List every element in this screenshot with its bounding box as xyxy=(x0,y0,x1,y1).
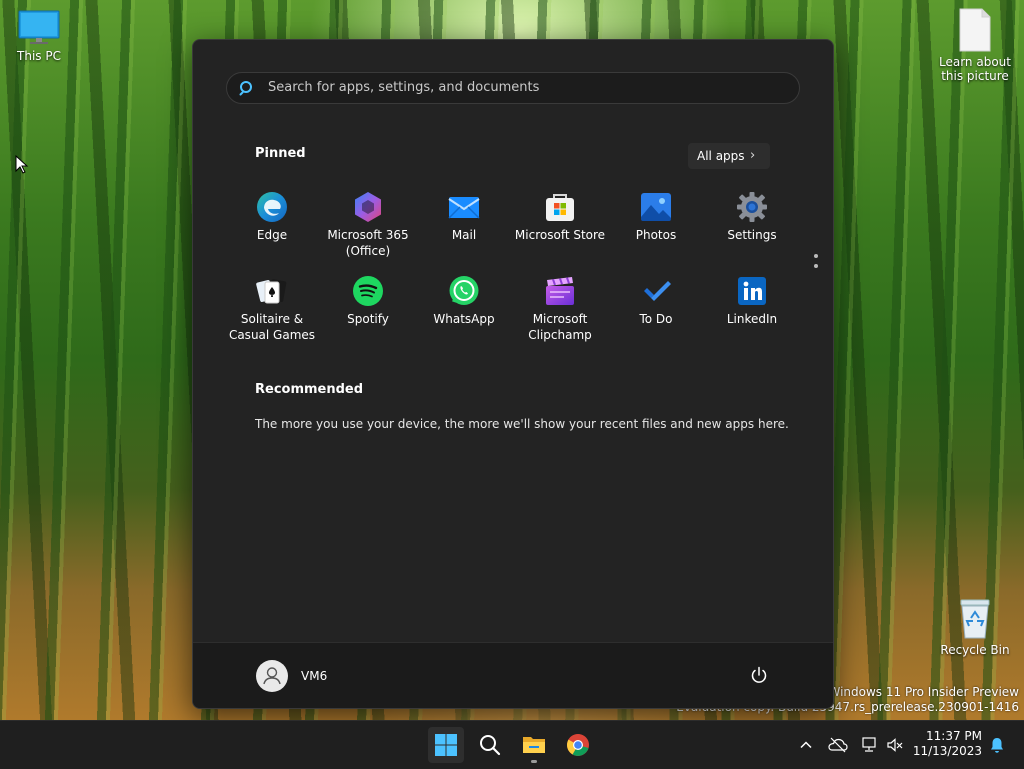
document-icon xyxy=(959,8,991,52)
taskbar: 11:37 PM 11/13/2023 xyxy=(0,720,1024,769)
recycle-bin-icon xyxy=(960,599,990,639)
page-dot xyxy=(814,264,818,268)
taskbar-chrome[interactable] xyxy=(560,727,596,763)
volume-muted-icon[interactable] xyxy=(886,736,904,754)
power-icon[interactable] xyxy=(749,665,769,685)
desktop-icon-recycle-bin[interactable]: Recycle Bin xyxy=(940,598,1010,657)
mouse-cursor-icon xyxy=(15,155,29,174)
desktop-icon-this-pc[interactable]: This PC xyxy=(8,10,70,63)
pinned-app-to-do[interactable]: To Do xyxy=(608,275,704,327)
app-label: Spotify xyxy=(347,312,389,326)
photos-icon xyxy=(640,191,672,223)
todo-check-icon xyxy=(640,275,672,307)
desktop-icon-label: This PC xyxy=(17,49,61,63)
start-search-box[interactable]: Search for apps, settings, and documents xyxy=(226,72,800,104)
recommended-heading: Recommended xyxy=(255,382,364,397)
taskbar-clock[interactable]: 11:37 PM 11/13/2023 xyxy=(910,729,982,759)
user-avatar[interactable] xyxy=(256,660,288,692)
app-label: Photos xyxy=(635,228,677,242)
chrome-icon xyxy=(567,734,589,756)
taskbar-search-button[interactable] xyxy=(472,727,508,763)
app-label: WhatsApp xyxy=(433,312,495,326)
windows-logo-icon xyxy=(435,734,457,756)
all-apps-button[interactable]: All apps › xyxy=(688,143,770,169)
clock-date: 11/13/2023 xyxy=(912,744,982,758)
app-label: Mail xyxy=(451,228,477,242)
app-label: Edge xyxy=(256,228,288,242)
clock-time: 11:37 PM xyxy=(926,729,982,743)
page-indicator[interactable] xyxy=(814,254,818,274)
network-icon[interactable] xyxy=(860,736,878,754)
notification-bell-icon[interactable] xyxy=(988,736,1006,754)
taskbar-file-explorer[interactable] xyxy=(516,727,552,763)
pinned-app-linkedin[interactable]: LinkedIn xyxy=(704,275,800,327)
onedrive-offline-icon[interactable] xyxy=(828,736,848,754)
chevron-right-icon: › xyxy=(750,148,756,163)
folder-icon xyxy=(523,737,545,753)
app-label: Solitaire & Casual Games xyxy=(228,312,316,342)
start-menu: Search for apps, settings, and documents… xyxy=(192,39,834,709)
microsoft-365-icon xyxy=(352,191,384,223)
settings-gear-icon xyxy=(736,191,768,223)
search-icon xyxy=(239,81,252,96)
solitaire-cards-icon xyxy=(256,275,288,307)
pinned-app-photos[interactable]: Photos xyxy=(608,191,704,243)
app-label: To Do xyxy=(639,312,673,326)
pinned-app-microsoft-365[interactable]: Microsoft 365 (Office) xyxy=(320,191,416,259)
pinned-app-whatsapp[interactable]: WhatsApp xyxy=(416,275,512,327)
pinned-app-clipchamp[interactable]: Microsoft Clipchamp xyxy=(512,275,608,343)
app-label: Settings xyxy=(727,228,777,242)
running-indicator xyxy=(531,760,537,763)
pinned-app-mail[interactable]: Mail xyxy=(416,191,512,243)
pinned-app-settings[interactable]: Settings xyxy=(704,191,800,243)
pinned-app-spotify[interactable]: Spotify xyxy=(320,275,416,327)
pinned-heading: Pinned xyxy=(255,146,306,161)
app-label: Microsoft Clipchamp xyxy=(528,312,592,342)
all-apps-label: All apps xyxy=(697,149,745,163)
store-icon xyxy=(544,191,576,223)
desktop-icon-label: Recycle Bin xyxy=(940,643,1010,657)
user-name[interactable]: VM6 xyxy=(301,669,327,683)
desktop-icon-learn-about-picture[interactable]: Learn about this picture xyxy=(938,8,1012,83)
start-button[interactable] xyxy=(428,727,464,763)
edge-icon xyxy=(256,191,288,223)
recommended-empty-message: The more you use your device, the more w… xyxy=(255,417,789,431)
app-label: LinkedIn xyxy=(726,312,778,326)
monitor-icon xyxy=(18,10,60,44)
search-placeholder: Search for apps, settings, and documents xyxy=(268,80,540,95)
pinned-app-solitaire[interactable]: Solitaire & Casual Games xyxy=(224,275,320,343)
mail-icon xyxy=(448,191,480,223)
clipchamp-icon xyxy=(544,275,576,307)
linkedin-icon xyxy=(736,275,768,307)
spotify-icon xyxy=(352,275,384,307)
app-label: Microsoft Store xyxy=(514,228,606,242)
page-dot xyxy=(814,254,818,258)
pinned-app-microsoft-store[interactable]: Microsoft Store xyxy=(512,191,608,243)
start-footer: VM6 xyxy=(193,642,833,708)
pinned-app-edge[interactable]: Edge xyxy=(224,191,320,243)
desktop-icon-label: Learn about this picture xyxy=(939,55,1011,83)
search-icon xyxy=(480,735,501,756)
app-label: Microsoft 365 (Office) xyxy=(327,228,409,258)
user-icon xyxy=(263,667,281,685)
chevron-up-icon[interactable] xyxy=(799,738,813,752)
whatsapp-icon xyxy=(448,275,480,307)
